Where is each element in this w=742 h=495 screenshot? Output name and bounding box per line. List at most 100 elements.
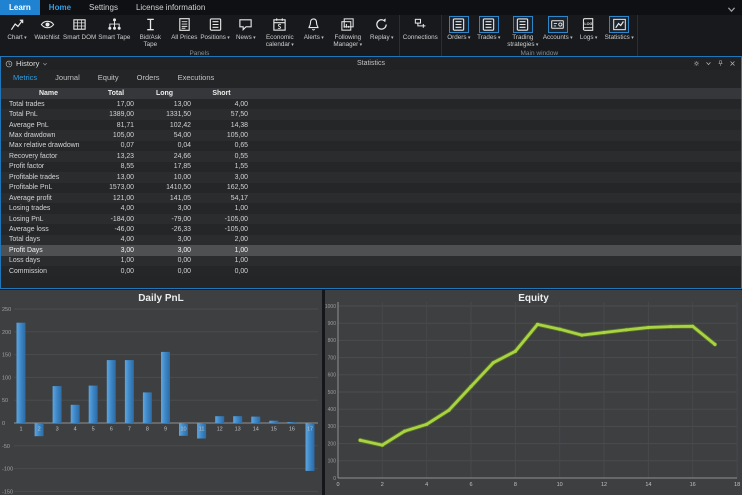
svg-text:12: 12 bbox=[601, 482, 607, 488]
ribbon-tab-home[interactable]: Home bbox=[40, 0, 80, 15]
ribbon-button-label: Alerts ▾ bbox=[304, 34, 324, 42]
ribbon-button-label: Logs ▾ bbox=[580, 34, 598, 42]
ribbon-tab-license-information[interactable]: License information bbox=[127, 0, 214, 15]
table-row-total-trades[interactable]: Total trades17,0013,004,00 bbox=[1, 99, 741, 109]
ribbon-button-smart-tape[interactable]: Smart Tape bbox=[97, 15, 131, 41]
gear-icon[interactable] bbox=[693, 60, 700, 67]
metric-value: 10,00 bbox=[136, 174, 193, 181]
table-row-max-relative-drawdown[interactable]: Max relative drawdown0,070,040,65 bbox=[1, 141, 741, 151]
svg-text:13: 13 bbox=[235, 427, 241, 433]
grid-icon bbox=[70, 16, 90, 33]
svg-text:100: 100 bbox=[2, 375, 11, 381]
table-row-profit-factor[interactable]: Profit factor8,5517,851,55 bbox=[1, 162, 741, 172]
ribbon-button-trading-strategies[interactable]: Trading strategies ▾ bbox=[504, 15, 542, 49]
metric-name: Profitable PnL bbox=[1, 184, 96, 191]
chevron-down-icon[interactable] bbox=[705, 60, 712, 67]
panel-tab-executions[interactable]: Executions bbox=[169, 73, 224, 82]
ribbon-tab-learn[interactable]: Learn bbox=[0, 0, 40, 15]
table-row-recovery-factor[interactable]: Recovery factor13,2324,660,55 bbox=[1, 151, 741, 161]
ribbon-button-accounts[interactable]: Accounts ▾ bbox=[542, 15, 574, 42]
metric-value: 57,50 bbox=[193, 111, 250, 118]
panel-tab-orders[interactable]: Orders bbox=[128, 73, 169, 82]
metric-value: 121,00 bbox=[96, 195, 136, 202]
close-icon[interactable] bbox=[729, 60, 736, 67]
ribbon-tab-settings[interactable]: Settings bbox=[80, 0, 127, 15]
table-row-losing-trades[interactable]: Losing trades4,003,001,00 bbox=[1, 203, 741, 213]
ribbon-button-news[interactable]: News ▾ bbox=[231, 15, 261, 42]
daily-pnl-plot: -150-100-5005010015020025012345678910111… bbox=[0, 290, 322, 495]
svg-text:17: 17 bbox=[307, 427, 313, 433]
column-header-long[interactable]: Long bbox=[136, 90, 193, 97]
table-row-total-pnl[interactable]: Total PnL1389,001331,5057,50 bbox=[1, 109, 741, 119]
speech-bubble-icon bbox=[236, 16, 256, 33]
ribbon-button-alerts[interactable]: Alerts ▾ bbox=[299, 15, 329, 42]
metric-value: 24,66 bbox=[136, 153, 193, 160]
ribbon-group-panels: Chart ▾WatchlistSmart DOMSmart TapeBid/A… bbox=[0, 15, 400, 56]
hierarchy-icon bbox=[104, 16, 124, 33]
svg-text:14: 14 bbox=[645, 482, 651, 488]
ribbon-button-connections[interactable]: Connections bbox=[402, 15, 439, 41]
ribbon-button-label: Watchlist bbox=[34, 34, 59, 41]
ribbon-button-label: Economic calendar ▾ bbox=[262, 34, 298, 49]
metric-value: 0,04 bbox=[136, 142, 193, 149]
metric-value: -184,00 bbox=[96, 216, 136, 223]
table-row-average-loss[interactable]: Average loss-46,00-26,33-105,00 bbox=[1, 224, 741, 234]
svg-text:7: 7 bbox=[128, 427, 131, 433]
panel-tab-journal[interactable]: Journal bbox=[46, 73, 89, 82]
table-row-profitable-trades[interactable]: Profitable trades13,0010,003,00 bbox=[1, 172, 741, 182]
column-header-total[interactable]: Total bbox=[96, 90, 136, 97]
table-row-profit-days[interactable]: Profit Days3,003,001,00 bbox=[1, 245, 741, 255]
ribbon-button-label: Statistics ▾ bbox=[605, 34, 634, 42]
replay-icon bbox=[372, 16, 392, 33]
ribbon-button-positions[interactable]: Positions ▾ bbox=[199, 15, 230, 42]
metric-value: 0,65 bbox=[193, 142, 250, 149]
column-header-short[interactable]: Short bbox=[193, 90, 250, 97]
metric-value: 14,38 bbox=[193, 122, 250, 129]
metric-value: -26,33 bbox=[136, 226, 193, 233]
stats-icon bbox=[609, 16, 629, 33]
ribbon-group-main-window: Orders ▾Trades ▾Trading strategies ▾Acco… bbox=[442, 15, 638, 56]
ribbon-button-following-manager[interactable]: Following Manager ▾ bbox=[329, 15, 367, 49]
ribbon-button-statistics[interactable]: Statistics ▾ bbox=[604, 15, 635, 42]
ribbon-button-trades[interactable]: Trades ▾ bbox=[474, 15, 504, 42]
svg-text:700: 700 bbox=[328, 355, 337, 361]
table-row-losing-pnl[interactable]: Losing PnL-184,00-79,00-105,00 bbox=[1, 214, 741, 224]
ribbon-button-all-prices[interactable]: All Prices bbox=[169, 15, 199, 41]
svg-text:8: 8 bbox=[514, 482, 517, 488]
panel-title[interactable]: History bbox=[16, 59, 39, 68]
ribbon-collapse-button[interactable] bbox=[726, 2, 737, 13]
table-row-commission[interactable]: Commission0,000,000,00 bbox=[1, 266, 741, 276]
dropdown-caret-icon: ▾ bbox=[535, 42, 539, 48]
chevron-down-icon[interactable] bbox=[42, 61, 48, 67]
metric-value: 17,85 bbox=[136, 163, 193, 170]
svg-text:0: 0 bbox=[336, 482, 339, 488]
panel-tab-metrics[interactable]: Metrics bbox=[4, 73, 46, 82]
ribbon-body: Chart ▾WatchlistSmart DOMSmart TapeBid/A… bbox=[0, 15, 742, 56]
svg-text:300: 300 bbox=[328, 424, 337, 430]
metric-value: 102,42 bbox=[136, 122, 193, 129]
accounts-icon bbox=[548, 16, 568, 33]
statistics-window: History Statistics MetricsJournalEquityO… bbox=[0, 56, 742, 289]
ribbon-button-watchlist[interactable]: Watchlist bbox=[32, 15, 62, 41]
ribbon-button-chart[interactable]: Chart ▾ bbox=[2, 15, 32, 42]
ribbon-button-bid-ask-tape[interactable]: Bid/Ask Tape bbox=[131, 15, 169, 48]
titlebar-controls bbox=[693, 57, 736, 70]
table-row-average-profit[interactable]: Average profit121,00141,0554,17 bbox=[1, 193, 741, 203]
ribbon-button-replay[interactable]: Replay ▾ bbox=[367, 15, 397, 42]
table-row-average-pnl[interactable]: Average PnL81,71102,4214,38 bbox=[1, 120, 741, 130]
table-row-total-days[interactable]: Total days4,003,002,00 bbox=[1, 235, 741, 245]
table-row-loss-days[interactable]: Loss days1,000,001,00 bbox=[1, 256, 741, 266]
panel-tab-equity[interactable]: Equity bbox=[89, 73, 128, 82]
ribbon-button-logs[interactable]: LOGLogs ▾ bbox=[574, 15, 604, 42]
ribbon-button-economic-calendar[interactable]: Economic calendar ▾ bbox=[261, 15, 299, 49]
svg-text:6: 6 bbox=[110, 427, 113, 433]
column-header-name[interactable]: Name bbox=[1, 90, 96, 97]
table-row-max-drawdown[interactable]: Max drawdown105,0054,00105,00 bbox=[1, 130, 741, 140]
ribbon-button-smart-dom[interactable]: Smart DOM bbox=[62, 15, 97, 41]
svg-text:0: 0 bbox=[2, 421, 5, 427]
table-row-profitable-pnl[interactable]: Profitable PnL1573,001410,50162,50 bbox=[1, 183, 741, 193]
log-icon: LOG bbox=[579, 16, 599, 33]
panel-tab-bar: MetricsJournalEquityOrdersExecutions bbox=[1, 70, 741, 85]
ribbon-button-orders[interactable]: Orders ▾ bbox=[444, 15, 474, 42]
pin-icon[interactable] bbox=[717, 60, 724, 67]
